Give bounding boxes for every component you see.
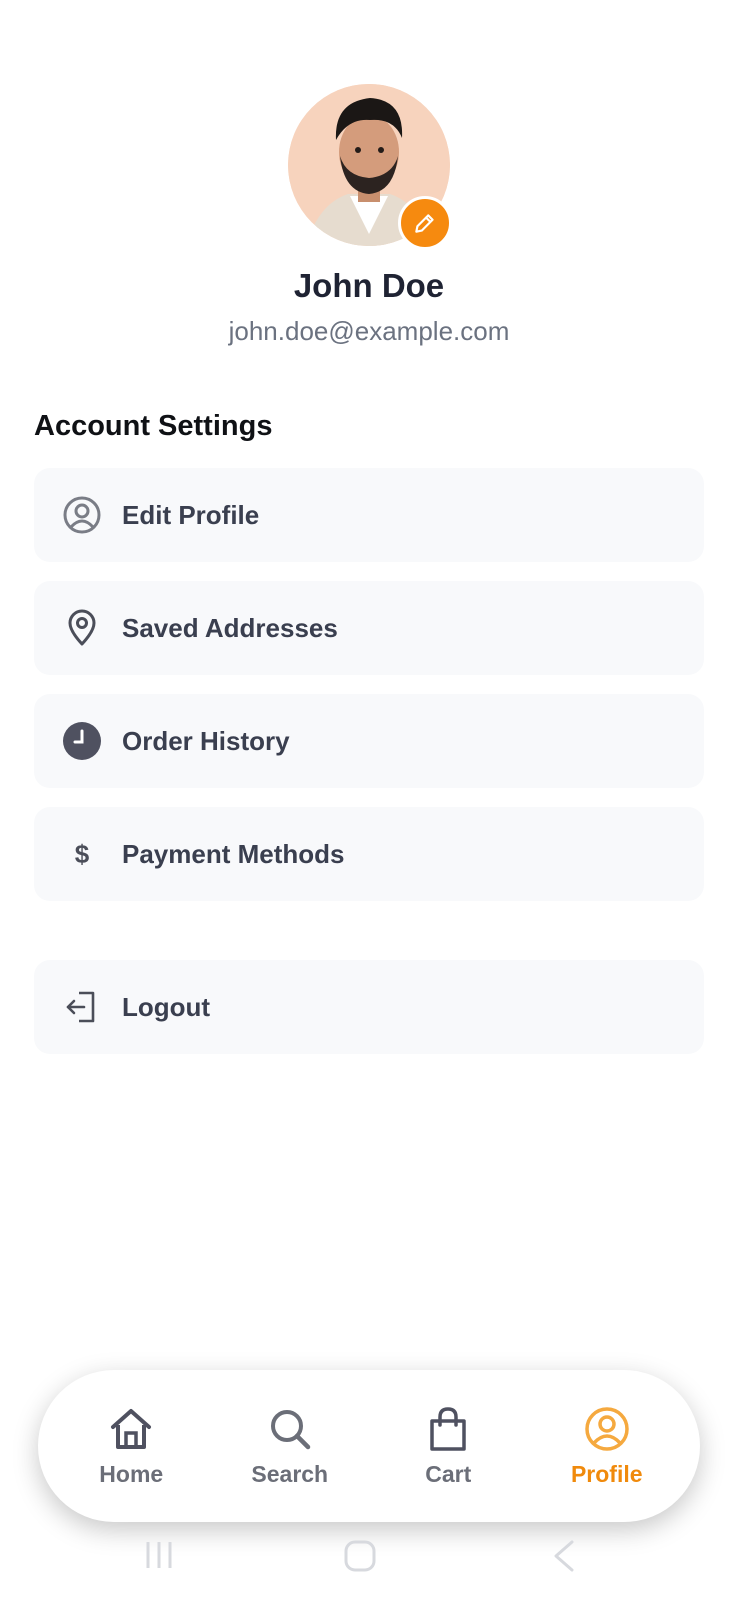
menu-item-label: Saved Addresses [122,612,338,643]
profile-icon [585,1406,629,1451]
nav-item-profile[interactable]: Profile [532,1405,682,1488]
menu-item-label: Edit Profile [122,499,260,530]
system-nav-bar [0,1530,738,1590]
bottom-nav: Home Search Cart Profile [38,1370,700,1522]
section-title: Account Settings [34,410,273,442]
menu-item-label: Payment Methods [122,838,345,869]
shopping-bag-icon [430,1406,466,1451]
svg-text:$: $ [75,839,90,869]
avatar-container [288,84,452,250]
nav-label: Search [251,1460,329,1487]
logout-button[interactable]: Logout [34,960,704,1054]
nav-item-home[interactable]: Home [56,1405,206,1488]
logout-label: Logout [122,991,211,1022]
clock-icon [60,719,104,763]
dollar-icon: $ [60,832,104,876]
nav-label: Cart [425,1460,472,1487]
user-name: John Doe [293,267,445,304]
nav-label: Profile [570,1460,643,1487]
menu-item-saved-addresses[interactable]: Saved Addresses [34,581,704,675]
profile-screen: John Doe john.doe@example.com Account Se… [0,0,738,1600]
pencil-icon [415,214,434,233]
home-icon [111,1408,152,1449]
menu-item-edit-profile[interactable]: Edit Profile [34,468,704,562]
user-circle-icon [60,493,104,537]
menu-item-order-history[interactable]: Order History [34,694,704,788]
menu-item-payment-methods[interactable]: $ Payment Methods [34,807,704,901]
home-system-icon[interactable] [342,1538,378,1574]
location-pin-icon [60,606,104,650]
user-email: john.doe@example.com [228,316,510,346]
nav-item-search[interactable]: Search [215,1405,365,1488]
nav-item-cart[interactable]: Cart [373,1405,523,1488]
recent-apps-icon[interactable] [142,1538,176,1572]
logout-icon [60,985,104,1029]
search-icon [270,1409,310,1449]
back-icon[interactable] [548,1538,578,1574]
edit-avatar-button[interactable] [398,196,452,250]
nav-label: Home [99,1460,164,1487]
menu-item-label: Order History [122,725,290,756]
